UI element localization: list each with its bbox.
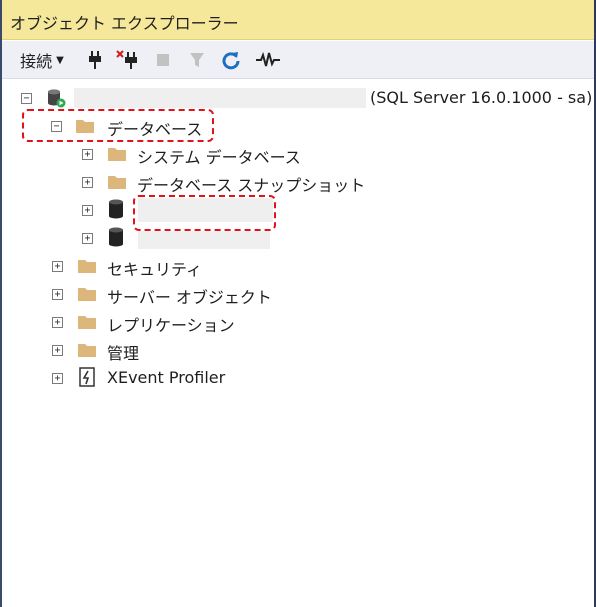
expand-icon[interactable]: + bbox=[52, 345, 63, 356]
filter-icon[interactable] bbox=[186, 41, 208, 79]
connect-label: 接続 bbox=[20, 52, 53, 71]
expand-icon[interactable]: + bbox=[52, 289, 63, 300]
expand-icon[interactable]: + bbox=[52, 261, 63, 272]
panel-title: オブジェクト エクスプローラー bbox=[10, 14, 239, 33]
folder-icon bbox=[107, 145, 127, 163]
tree-node-server[interactable]: − (SQL Server 16.0.1000 - sa) bbox=[2, 85, 592, 111]
folder-icon bbox=[107, 173, 127, 191]
object-explorer-tree: − (SQL Server 16.0.1000 - sa) − データベース +… bbox=[2, 80, 594, 607]
expand-icon[interactable]: + bbox=[52, 373, 63, 384]
activity-monitor-icon[interactable] bbox=[254, 41, 282, 79]
tree-label: 管理 bbox=[107, 344, 140, 363]
database-name-redacted bbox=[138, 231, 270, 249]
highlight-databases bbox=[22, 109, 214, 142]
folder-icon bbox=[77, 341, 97, 359]
tree-node-database[interactable]: + bbox=[2, 225, 282, 251]
expand-icon[interactable]: + bbox=[82, 205, 93, 216]
tree-label: データベース スナップショット bbox=[137, 176, 366, 195]
server-version: (SQL Server 16.0.1000 - sa) bbox=[370, 88, 593, 107]
xevent-icon bbox=[77, 367, 97, 387]
connect-button[interactable]: 接続 ▼ bbox=[12, 41, 72, 79]
stop-icon[interactable] bbox=[152, 41, 174, 79]
toolbar: 接続 ▼ bbox=[2, 41, 594, 79]
expand-icon[interactable]: + bbox=[52, 317, 63, 328]
title-bar: オブジェクト エクスプローラー bbox=[2, 0, 594, 40]
tree-node-xevent-profiler[interactable]: + XEvent Profiler bbox=[2, 365, 262, 391]
expand-icon[interactable]: + bbox=[82, 177, 93, 188]
tree-label: XEvent Profiler bbox=[107, 368, 226, 387]
collapse-icon[interactable]: − bbox=[21, 93, 32, 104]
tree-label: システム データベース bbox=[137, 148, 301, 167]
expand-icon[interactable]: + bbox=[82, 233, 93, 244]
folder-icon bbox=[77, 285, 97, 303]
server-name-redacted bbox=[74, 88, 366, 108]
folder-icon bbox=[77, 257, 97, 275]
tree-node-security[interactable]: + セキュリティ bbox=[2, 253, 242, 279]
expand-icon[interactable]: + bbox=[82, 149, 93, 160]
tree-label: セキュリティ bbox=[107, 260, 203, 279]
database-icon bbox=[106, 199, 126, 219]
folder-icon bbox=[77, 313, 97, 331]
connect-plug-icon[interactable] bbox=[84, 41, 106, 79]
server-icon bbox=[46, 89, 66, 108]
tree-node-system-databases[interactable]: + システム データベース bbox=[2, 141, 322, 167]
tree-node-server-objects[interactable]: + サーバー オブジェクト bbox=[2, 281, 282, 307]
tree-node-database-snapshots[interactable]: + データベース スナップショット bbox=[2, 169, 365, 195]
tree-node-replication[interactable]: + レプリケーション bbox=[2, 309, 262, 335]
chevron-down-icon: ▼ bbox=[56, 54, 64, 66]
refresh-icon[interactable] bbox=[220, 41, 242, 79]
disconnect-plug-icon[interactable] bbox=[114, 41, 140, 79]
tree-node-management[interactable]: + 管理 bbox=[2, 337, 202, 363]
tree-label: レプリケーション bbox=[107, 316, 235, 335]
database-icon bbox=[106, 227, 126, 247]
tree-label: サーバー オブジェクト bbox=[107, 288, 272, 307]
